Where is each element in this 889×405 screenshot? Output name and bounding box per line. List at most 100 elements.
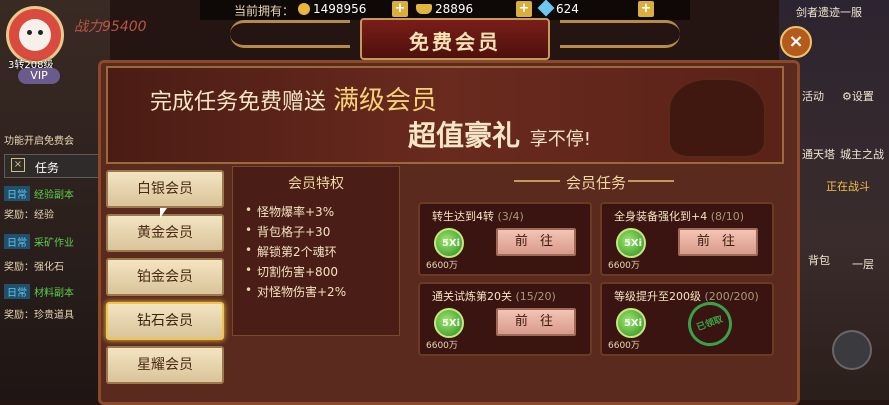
server-name: 剑者遗迹一服 (796, 6, 862, 19)
task-progress: (15/20) (515, 290, 556, 303)
task-name: 采矿作业 (34, 238, 74, 249)
reward-icon-text: 5Xi (623, 318, 643, 329)
reward-icon-text: 5Xi (623, 238, 643, 249)
resource-bar: 当前拥有： 1498956 + 28896 + 624 + (200, 0, 690, 20)
coin-icon (298, 3, 310, 15)
add-coins-button[interactable]: + (392, 1, 408, 17)
task-tag: 日常 (4, 284, 30, 299)
reward-icon: 5Xi (434, 308, 464, 338)
go-button[interactable]: 前 往 (678, 228, 758, 256)
task-card: 全身装备强化到+4 (8/10) 5Xi 6600万 前 往 (600, 202, 774, 276)
claimed-stamp: 已领取 (681, 295, 739, 353)
privilege-item: 对怪物伤害+2% (245, 283, 346, 300)
city-war-button[interactable]: 城主之战 (840, 146, 884, 162)
eye-icon (27, 30, 32, 35)
vip-badge[interactable]: VIP (18, 68, 60, 84)
task-name: 材料副本 (34, 288, 74, 299)
hud-task-reward: 奖励：珍贵道具 (4, 310, 74, 321)
add-diamonds-button[interactable]: + (638, 1, 654, 17)
settings-label: 设置 (851, 90, 874, 103)
go-button[interactable]: 前 往 (496, 308, 576, 336)
banner-subline: 超值豪礼 享不停! (408, 114, 591, 154)
banner-text: 享不停! (529, 129, 591, 150)
task-tab[interactable]: × 任务 (4, 154, 100, 178)
bag-button[interactable]: 背包 (808, 252, 830, 268)
modal-title: 免费会员 (409, 30, 501, 54)
task-section-title: 会员任务 (565, 174, 626, 192)
task-progress: (8/10) (710, 210, 745, 223)
hud-task[interactable]: 日常 经验副本 (4, 186, 100, 202)
privilege-item: 切割伤害+800 (245, 263, 338, 280)
settings-button[interactable]: ⚙设置 (842, 88, 874, 104)
close-button[interactable]: × (780, 26, 812, 58)
eye-icon (38, 30, 43, 35)
layer-label: 一层 (852, 258, 874, 271)
tab-silver[interactable]: 白银会员 (106, 170, 224, 208)
tower-button[interactable]: 通天塔 (802, 146, 835, 162)
task-tab-label: 任务 (35, 161, 60, 175)
gold-coins: 1498956 (298, 2, 366, 16)
privilege-item: 背包格子+30 (245, 223, 330, 240)
reward-amount: 6600万 (426, 341, 458, 351)
reward-icon: 5Xi (616, 308, 646, 338)
title-ornament-right (560, 20, 680, 48)
task-card: 等级提升至200级 (200/200) 5Xi 6600万 已领取 (600, 282, 774, 356)
tab-star[interactable]: 星耀会员 (106, 346, 224, 384)
banner-highlight: 满级会员 (333, 86, 438, 116)
title-divider (628, 180, 674, 182)
task-card: 通关试炼第20关 (15/20) 5Xi 6600万 前 往 (418, 282, 592, 356)
function-notice: 功能开启免费会 (4, 136, 74, 147)
diamond-amount: 624 (556, 2, 579, 16)
task-card: 转生达到4转 (3/4) 5Xi 6600万 前 往 (418, 202, 592, 276)
privilege-item: 怪物爆率+3% (245, 203, 334, 220)
privilege-panel: 会员特权 怪物爆率+3% 背包格子+30 解锁第2个魂环 切割伤害+800 对怪… (232, 166, 400, 336)
reward-amount: 6600万 (426, 261, 458, 271)
banner-text: 超值豪礼 (408, 119, 521, 152)
task-name: 转生达到4转 (432, 210, 494, 223)
reward-icon-text: 5Xi (441, 238, 461, 249)
hud-task[interactable]: 日常 材料副本 (4, 284, 100, 300)
combat-power: 战力95400 (74, 19, 147, 35)
task-label: 转生达到4转 (3/4) (432, 208, 524, 224)
task-label: 等级提升至200级 (200/200) (614, 288, 759, 304)
ingot-icon (416, 4, 432, 14)
task-name: 通关试炼第20关 (432, 290, 512, 303)
ingot-amount: 28896 (435, 2, 474, 16)
task-name: 经验副本 (34, 190, 74, 201)
tab-gold[interactable]: 黄金会员 (106, 214, 224, 252)
collapse-icon[interactable]: × (11, 158, 25, 172)
reward-icon: 5Xi (434, 228, 464, 258)
avatar-face-icon (19, 19, 51, 51)
task-label: 通关试炼第20关 (15/20) (432, 288, 556, 304)
promo-banner: 完成任务免费赠送 满级会员 超值豪礼 享不停! (106, 66, 784, 164)
task-tag: 日常 (4, 234, 30, 249)
diamond-icon (537, 0, 555, 17)
task-label: 全身装备强化到+4 (8/10) (614, 208, 744, 224)
hud-task-reward: 奖励：经验 (4, 210, 54, 221)
resource-label: 当前拥有： (234, 4, 295, 18)
go-button[interactable]: 前 往 (496, 228, 576, 256)
activity-button[interactable]: 活动 (802, 88, 824, 104)
tab-platinum[interactable]: 铂金会员 (106, 258, 224, 296)
privilege-title: 会员特权 (288, 176, 344, 192)
diamonds: 624 (537, 0, 579, 17)
ingots: 28896 (416, 2, 473, 16)
hud-task[interactable]: 日常 采矿作业 (4, 234, 100, 250)
banner-text: 完成任务免费赠送 (150, 90, 327, 115)
skill-button[interactable] (832, 330, 872, 370)
hud-task-reward: 奖励：强化石 (4, 262, 64, 273)
tab-diamond[interactable]: 钻石会员 (106, 302, 224, 340)
cursor-icon (160, 208, 167, 218)
modal-title-bar: 免费会员 (360, 18, 550, 60)
reward-amount: 6600万 (608, 341, 640, 351)
task-progress: (3/4) (497, 210, 524, 223)
title-ornament-left (230, 20, 350, 48)
gear-icon: ⚙ (842, 90, 852, 103)
coin-amount: 1498956 (313, 2, 367, 16)
task-tag: 日常 (4, 186, 30, 201)
task-name: 全身装备强化到+4 (614, 210, 708, 223)
privilege-item: 解锁第2个魂环 (245, 243, 337, 260)
membership-tabs: 白银会员 黄金会员 铂金会员 钻石会员 星耀会员 (106, 170, 224, 400)
add-ingots-button[interactable]: + (516, 1, 532, 17)
reward-icon-text: 5Xi (441, 318, 461, 329)
